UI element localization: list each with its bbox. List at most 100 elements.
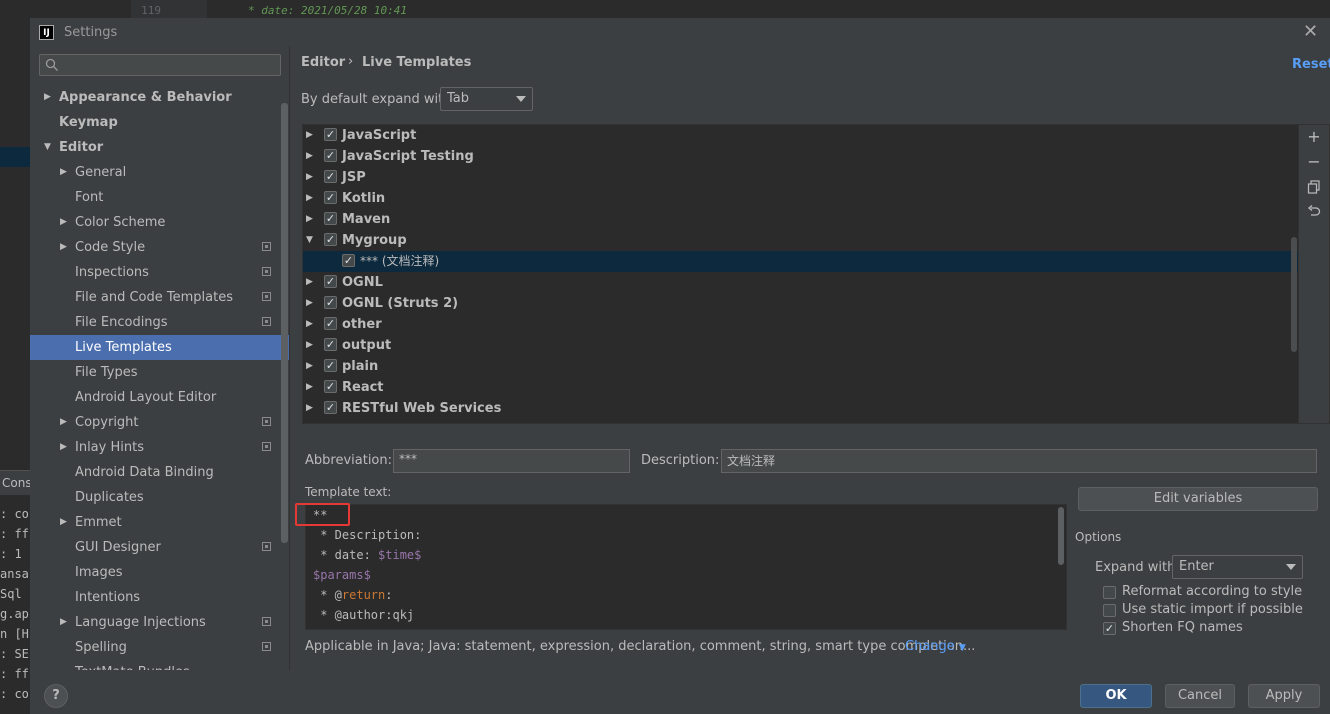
abbreviation-input[interactable]: *** <box>393 449 630 473</box>
sidebar-item-android-data-binding[interactable]: Android Data Binding <box>30 460 289 485</box>
change-contexts-link[interactable]: Change ▼ <box>905 639 966 654</box>
template-checkbox[interactable]: ✓ <box>324 317 337 330</box>
sidebar-item-spelling[interactable]: Spelling <box>30 635 289 660</box>
collapsed-arrow-icon[interactable]: ▶ <box>306 398 313 419</box>
cancel-button[interactable]: Cancel <box>1165 684 1235 708</box>
sidebar-item-appearance-behavior[interactable]: ▶ Appearance & Behavior <box>30 85 289 110</box>
option-checkbox[interactable] <box>1103 586 1116 599</box>
collapsed-arrow-icon[interactable]: ▶ <box>306 335 313 356</box>
copy-icon[interactable] <box>1299 175 1329 199</box>
reset-link[interactable]: Reset <box>1292 57 1330 72</box>
templates-scrollbar[interactable] <box>1291 237 1297 352</box>
collapsed-arrow-icon[interactable]: ▶ <box>306 167 313 188</box>
collapsed-arrow-icon[interactable]: ▶ <box>60 610 67 635</box>
sidebar-item-android-layout-editor[interactable]: Android Layout Editor <box>30 385 289 410</box>
template-checkbox[interactable]: ✓ <box>324 338 337 351</box>
template-group[interactable]: ▶ ✓ JavaScript <box>303 125 1298 146</box>
template-checkbox[interactable]: ✓ <box>324 233 337 246</box>
collapsed-arrow-icon[interactable]: ▶ <box>60 160 67 185</box>
expanded-arrow-icon[interactable]: ▼ <box>44 135 51 160</box>
sidebar-item-keymap[interactable]: Keymap <box>30 110 289 135</box>
template-group[interactable]: ▶ ✓ Kotlin <box>303 188 1298 209</box>
collapsed-arrow-icon[interactable]: ▶ <box>306 146 313 167</box>
template-group[interactable]: ▶ ✓ OGNL <box>303 272 1298 293</box>
template-text-scrollbar[interactable] <box>1058 507 1064 565</box>
template-group[interactable]: ▶ ✓ other <box>303 314 1298 335</box>
collapsed-arrow-icon[interactable]: ▶ <box>306 125 313 146</box>
collapsed-arrow-icon[interactable]: ▶ <box>60 210 67 235</box>
description-input[interactable]: 文档注释 <box>721 449 1317 473</box>
sidebar-item-duplicates[interactable]: Duplicates <box>30 485 289 510</box>
breadcrumb-editor[interactable]: Editor <box>301 55 345 70</box>
template-group[interactable]: ▼ ✓ Mygroup <box>303 230 1298 251</box>
sidebar-item-emmet[interactable]: ▶ Emmet <box>30 510 289 535</box>
collapsed-arrow-icon[interactable]: ▶ <box>44 85 51 110</box>
sidebar-item-images[interactable]: Images <box>30 560 289 585</box>
sidebar-item-color-scheme[interactable]: ▶ Color Scheme <box>30 210 289 235</box>
sidebar-item-inspections[interactable]: Inspections <box>30 260 289 285</box>
template-group[interactable]: ▶ ✓ Maven <box>303 209 1298 230</box>
sidebar-item-intentions[interactable]: Intentions <box>30 585 289 610</box>
template-group[interactable]: ▶ ✓ RESTful Web Services <box>303 398 1298 419</box>
edit-variables-button[interactable]: Edit variables <box>1078 487 1318 511</box>
template-group[interactable]: ▶ ✓ JavaScript Testing <box>303 146 1298 167</box>
sidebar-item-editor[interactable]: ▼ Editor <box>30 135 289 160</box>
sidebar-item-copyright[interactable]: ▶ Copyright <box>30 410 289 435</box>
template-checkbox[interactable]: ✓ <box>324 128 337 141</box>
collapsed-arrow-icon[interactable]: ▶ <box>306 209 313 230</box>
sidebar-item-general[interactable]: ▶ General <box>30 160 289 185</box>
collapsed-arrow-icon[interactable]: ▶ <box>306 188 313 209</box>
template-group[interactable]: ▶ ✓ output <box>303 335 1298 356</box>
sidebar-item-inlay-hints[interactable]: ▶ Inlay Hints <box>30 435 289 460</box>
template-group[interactable]: ▶ ✓ React <box>303 377 1298 398</box>
ok-button[interactable]: OK <box>1080 684 1152 708</box>
sidebar-item-file-types[interactable]: File Types <box>30 360 289 385</box>
collapsed-arrow-icon[interactable]: ▶ <box>306 293 313 314</box>
sidebar-item-font[interactable]: Font <box>30 185 289 210</box>
collapsed-arrow-icon[interactable]: ▶ <box>60 410 67 435</box>
template-checkbox[interactable]: ✓ <box>324 380 337 393</box>
close-icon[interactable]: ✕ <box>1303 21 1318 42</box>
collapsed-arrow-icon[interactable]: ▶ <box>306 272 313 293</box>
template-checkbox[interactable]: ✓ <box>324 170 337 183</box>
sidebar-item-language-injections[interactable]: ▶ Language Injections <box>30 610 289 635</box>
template-checkbox[interactable]: ✓ <box>324 212 337 225</box>
sidebar-item-live-templates[interactable]: Live Templates <box>30 335 289 360</box>
sidebar-item-gui-designer[interactable]: GUI Designer <box>30 535 289 560</box>
sidebar-item-file-and-code-templates[interactable]: File and Code Templates <box>30 285 289 310</box>
template-group[interactable]: ▶ ✓ JSP <box>303 167 1298 188</box>
collapsed-arrow-icon[interactable]: ▶ <box>60 510 67 535</box>
collapsed-arrow-icon[interactable]: ▶ <box>60 235 67 260</box>
template-checkbox[interactable]: ✓ <box>324 191 337 204</box>
template-checkbox[interactable]: ✓ <box>324 296 337 309</box>
options-expand-dropdown[interactable]: Enter <box>1172 555 1303 579</box>
template-text-editor[interactable]: ** * Description: * date: $time$ $params… <box>305 504 1067 630</box>
collapsed-arrow-icon[interactable]: ▶ <box>306 314 313 335</box>
sidebar-item-code-style[interactable]: ▶ Code Style <box>30 235 289 260</box>
template-group[interactable]: ▶ ✓ OGNL (Struts 2) <box>303 293 1298 314</box>
sidebar-item-file-encodings[interactable]: File Encodings <box>30 310 289 335</box>
sidebar-scrollbar[interactable] <box>281 103 288 543</box>
help-button[interactable]: ? <box>44 684 68 708</box>
option-checkbox[interactable] <box>1103 604 1116 617</box>
expanded-arrow-icon[interactable]: ▼ <box>306 230 313 251</box>
template-checkbox[interactable]: ✓ <box>324 149 337 162</box>
remove-icon[interactable]: − <box>1299 150 1329 174</box>
collapsed-arrow-icon[interactable]: ▶ <box>60 435 67 460</box>
search-input[interactable] <box>39 54 281 76</box>
restore-icon[interactable] <box>1299 200 1329 224</box>
apply-button[interactable]: Apply <box>1248 684 1320 708</box>
template-checkbox[interactable]: ✓ <box>324 401 337 414</box>
template-item[interactable]: ✓ *** (文档注释) <box>303 251 1298 272</box>
expand-with-dropdown[interactable]: Tab <box>440 87 533 111</box>
collapsed-arrow-icon[interactable]: ▶ <box>306 356 313 377</box>
template-checkbox[interactable]: ✓ <box>324 275 337 288</box>
search-field[interactable] <box>62 56 276 76</box>
template-checkbox[interactable]: ✓ <box>342 254 355 267</box>
template-checkbox[interactable]: ✓ <box>324 359 337 372</box>
template-group[interactable]: ▶ ✓ plain <box>303 356 1298 377</box>
sidebar-item-textmate-bundles[interactable]: TextMate Bundles <box>30 660 289 670</box>
option-checkbox[interactable]: ✓ <box>1103 622 1116 635</box>
add-icon[interactable]: + <box>1299 125 1329 149</box>
collapsed-arrow-icon[interactable]: ▶ <box>306 377 313 398</box>
